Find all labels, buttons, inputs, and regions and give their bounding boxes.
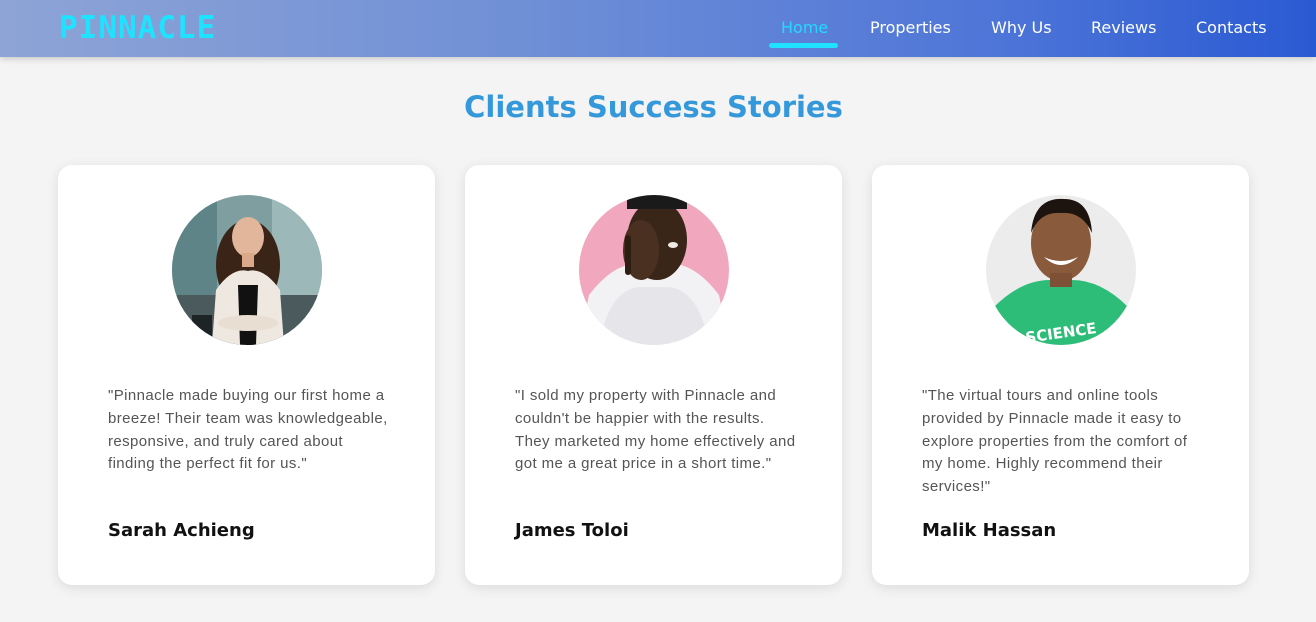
logo[interactable]: PINNACLE — [59, 10, 216, 46]
active-nav-indicator — [769, 43, 838, 48]
navbar: PINNACLE Home Properties Why Us Reviews … — [0, 0, 1316, 57]
nav-link-home[interactable]: Home — [781, 17, 828, 39]
testimonial-quote: "Pinnacle made buying our first home a b… — [108, 387, 388, 473]
avatar-photo-sarah — [172, 195, 322, 345]
testimonial-card: "Pinnacle made buying our first home a b… — [58, 165, 435, 585]
avatar — [172, 195, 322, 345]
nav-link-properties[interactable]: Properties — [870, 17, 951, 39]
avatar: SCIENCE — [986, 195, 1136, 345]
testimonial-author: James Toloi — [515, 520, 629, 541]
testimonial-author: Sarah Achieng — [108, 520, 255, 541]
testimonial-card: SCIENCE "The virtual tours and online to… — [872, 165, 1249, 585]
nav-link-reviews[interactable]: Reviews — [1091, 17, 1156, 39]
avatar-photo-malik: SCIENCE — [986, 195, 1136, 345]
nav-link-why-us[interactable]: Why Us — [991, 17, 1052, 39]
section-title: Clients Success Stories — [464, 90, 843, 124]
testimonial-quote: "The virtual tours and online tools prov… — [922, 387, 1188, 496]
testimonial-quote: "I sold my property with Pinnacle and co… — [515, 387, 796, 473]
nav-link-contacts[interactable]: Contacts — [1196, 17, 1267, 39]
avatar — [579, 195, 729, 345]
testimonial-author: Malik Hassan — [922, 520, 1057, 541]
avatar-photo-james — [579, 195, 729, 345]
testimonial-card: "I sold my property with Pinnacle and co… — [465, 165, 842, 585]
